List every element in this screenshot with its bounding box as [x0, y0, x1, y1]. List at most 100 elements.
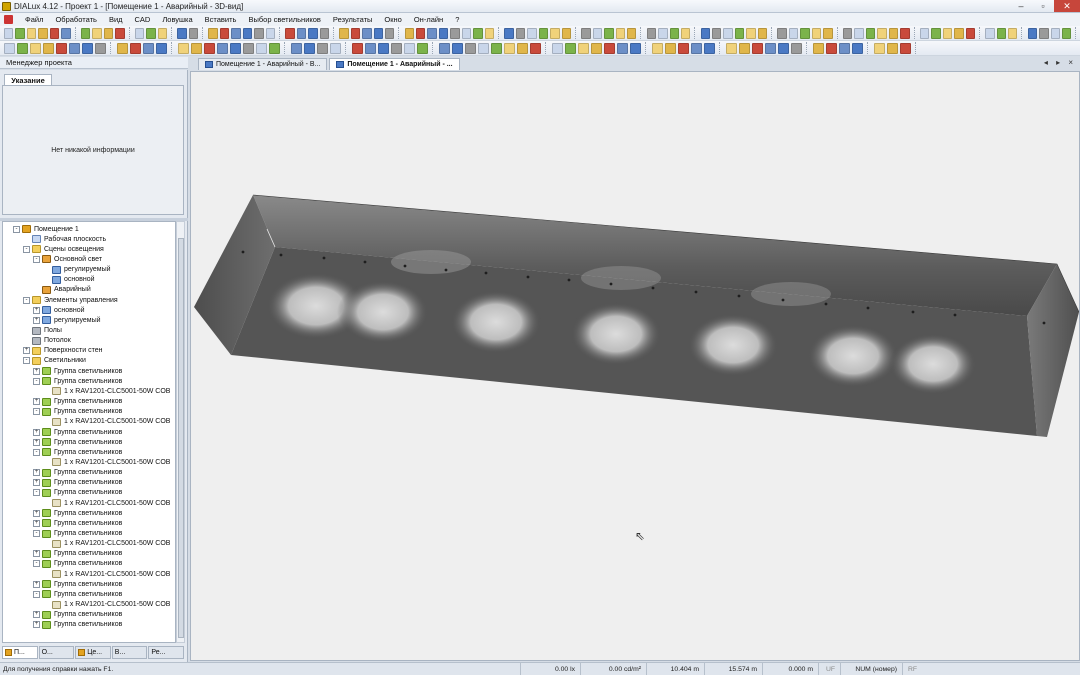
toolbar-button[interactable]	[384, 27, 395, 39]
tree-item[interactable]: + Группа светильников	[33, 620, 122, 630]
toolbar-button[interactable]	[752, 42, 763, 54]
tree-item[interactable]: Рабочая плоскость	[23, 234, 106, 244]
menu-insert[interactable]: Вставить	[199, 15, 243, 24]
toolbar-button[interactable]	[219, 27, 230, 39]
toolbar-button[interactable]	[739, 42, 750, 54]
tree-item[interactable]: + Группа светильников	[33, 437, 122, 447]
toolbar-button[interactable]	[691, 42, 702, 54]
toolbar-button[interactable]	[296, 27, 307, 39]
toolbar-button[interactable]	[285, 27, 295, 39]
toolbar-button[interactable]	[823, 27, 833, 39]
toolbar-button[interactable]	[143, 42, 154, 54]
toolbar-button[interactable]	[362, 27, 372, 39]
toolbar-button[interactable]	[887, 42, 898, 54]
toolbar-button[interactable]	[156, 42, 167, 54]
toolbar-button[interactable]	[646, 27, 657, 39]
toolbar-button[interactable]	[757, 27, 768, 39]
collapse-icon[interactable]: -	[33, 448, 40, 456]
toolbar-button[interactable]	[1039, 27, 1049, 39]
toolbar-button[interactable]	[417, 42, 428, 54]
tree-item[interactable]: - Группа светильников	[33, 488, 122, 498]
toolbar-button[interactable]	[491, 42, 502, 54]
tree-item[interactable]: - Сцены освещения	[23, 244, 104, 254]
toolbar-button[interactable]	[1008, 27, 1018, 39]
tab-project[interactable]: П...	[2, 646, 38, 659]
toolbar-button[interactable]	[788, 27, 799, 39]
collapse-icon[interactable]: -	[33, 560, 40, 568]
toolbar-button[interactable]	[243, 42, 254, 54]
toolbar-button[interactable]	[17, 42, 28, 54]
toolbar-button[interactable]	[231, 27, 241, 39]
toolbar-button[interactable]	[942, 27, 953, 39]
expand-icon[interactable]: +	[23, 347, 30, 355]
toolbar-button[interactable]	[254, 27, 264, 39]
toolbar-button[interactable]	[527, 27, 537, 39]
toolbar-button[interactable]	[865, 27, 876, 39]
tree-item[interactable]: + Группа светильников	[33, 610, 122, 620]
toolbar-button[interactable]	[630, 42, 641, 54]
toolbar-button[interactable]	[561, 27, 572, 39]
toolbar-button[interactable]	[352, 42, 363, 54]
menu-cad[interactable]: CAD	[129, 15, 157, 24]
toolbar-button[interactable]	[15, 27, 25, 39]
toolbar-button[interactable]	[269, 42, 280, 54]
tree-item[interactable]: - Группа светильников	[33, 529, 122, 539]
document-menu-icon[interactable]	[4, 15, 13, 24]
tree-item[interactable]: + Группа светильников	[33, 427, 122, 437]
toolbar-button[interactable]	[504, 27, 514, 39]
tree-item[interactable]: - Основной свет	[33, 254, 102, 264]
toolbar-button[interactable]	[658, 27, 668, 39]
tree-item[interactable]: Потолок	[23, 336, 71, 346]
toolbar-button[interactable]	[452, 42, 463, 54]
toolbar-button[interactable]	[117, 42, 128, 54]
collapse-icon[interactable]: -	[33, 489, 40, 497]
toolbar-button[interactable]	[365, 42, 376, 54]
toolbar-button[interactable]	[330, 42, 341, 54]
tree-item[interactable]: Полы	[23, 326, 62, 336]
tree-item[interactable]: + Группа светильников	[33, 468, 122, 478]
toolbar-button[interactable]	[704, 42, 715, 54]
toolbar-button[interactable]	[103, 27, 114, 39]
toolbar-button[interactable]	[746, 27, 756, 39]
toolbar-button[interactable]	[265, 27, 276, 39]
expand-icon[interactable]: +	[33, 580, 40, 588]
expand-icon[interactable]: +	[33, 509, 40, 517]
toolbar-button[interactable]	[450, 27, 460, 39]
menu-file[interactable]: Файл	[19, 15, 49, 24]
collapse-icon[interactable]: -	[33, 408, 40, 416]
toolbar-button[interactable]	[900, 42, 911, 54]
menu-window[interactable]: Окно	[378, 15, 407, 24]
expand-icon[interactable]: +	[33, 316, 40, 324]
tree-item[interactable]: + Группа светильников	[33, 478, 122, 488]
expand-icon[interactable]: +	[33, 398, 40, 406]
tree-item[interactable]: - Группа светильников	[33, 589, 122, 599]
toolbar-button[interactable]	[92, 27, 102, 39]
maximize-button[interactable]: ▫	[1032, 0, 1054, 12]
tree-item[interactable]: + Группа светильников	[33, 397, 122, 407]
toolbar-button[interactable]	[416, 27, 426, 39]
tree-item[interactable]: 1 x RAV1201-CLC5001-50W COB	[43, 539, 170, 549]
toolbar-button[interactable]	[304, 42, 315, 54]
menu-help[interactable]: ?	[449, 15, 465, 24]
toolbar-button[interactable]	[538, 27, 549, 39]
toolbar-button[interactable]	[317, 42, 328, 54]
tree-item[interactable]: + основной	[33, 305, 85, 315]
minimize-button[interactable]: –	[1010, 0, 1032, 12]
toolbar-button[interactable]	[900, 27, 910, 39]
toolbar-button[interactable]	[504, 42, 515, 54]
toolbar-button[interactable]	[438, 27, 449, 39]
toolbar-button[interactable]	[530, 42, 541, 54]
toolbar-button[interactable]	[877, 27, 887, 39]
tree-item[interactable]: 1 x RAV1201-CLC5001-50W COB	[43, 569, 170, 579]
toolbar-button[interactable]	[56, 42, 67, 54]
expand-icon[interactable]: +	[33, 438, 40, 446]
collapse-icon[interactable]: -	[33, 530, 40, 537]
expand-icon[interactable]: +	[33, 428, 40, 436]
toolbar-button[interactable]	[712, 27, 722, 39]
expand-icon[interactable]: +	[33, 469, 40, 477]
tree-scrollbar[interactable]	[176, 221, 185, 643]
toolbar-button[interactable]	[115, 27, 125, 39]
toolbar-button[interactable]	[581, 27, 591, 39]
menu-luminaire-selection[interactable]: Выбор светильников	[242, 15, 326, 24]
toolbar-button[interactable]	[826, 42, 837, 54]
